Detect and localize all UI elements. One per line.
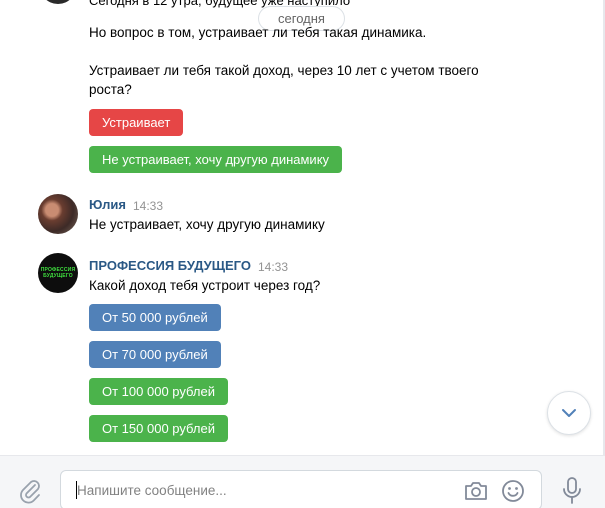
avatar[interactable]: ПРОФЕССИЯ БУДУЩЕГО: [38, 253, 78, 293]
smile-icon[interactable]: [500, 478, 526, 504]
message-author[interactable]: ПРОФЕССИЯ БУДУЩЕГО: [89, 258, 251, 273]
message-text: роста?: [89, 82, 132, 97]
keyboard-button-70000[interactable]: От 70 000 рублей: [89, 341, 221, 368]
message-text: Но вопрос в том, устраивает ли тебя така…: [89, 25, 427, 40]
message-input[interactable]: [77, 480, 457, 500]
keyboard-button-150000[interactable]: От 150 000 рублей: [89, 415, 228, 442]
avatar[interactable]: [38, 194, 78, 234]
message-text: Какой доход тебя устроит через год?: [89, 278, 321, 293]
microphone-icon[interactable]: [561, 476, 583, 506]
chat-history[interactable]: Сегодня в 12 утра, будущее уже наступило…: [0, 0, 605, 455]
message-composer: [0, 455, 605, 508]
chevron-down-icon: [562, 409, 576, 417]
message-time[interactable]: 14:33: [133, 199, 163, 213]
avatar[interactable]: [38, 0, 78, 4]
avatar-logo-text: БУДУЩЕГО: [43, 273, 73, 279]
keyboard-button-not-satisfied[interactable]: Не устраивает, хочу другую динамику: [89, 146, 343, 173]
keyboard-button-100000[interactable]: От 100 000 рублей: [89, 378, 228, 405]
keyboard-button-satisfied[interactable]: Устраивает: [89, 109, 184, 136]
message-time[interactable]: 14:33: [258, 260, 288, 274]
keyboard-button-50000[interactable]: От 50 000 рублей: [89, 304, 221, 331]
camera-icon[interactable]: [463, 479, 489, 503]
message-text: Не устраивает, хочу другую динамику: [89, 217, 325, 232]
message-author[interactable]: Юлия: [89, 197, 126, 212]
message-input-box[interactable]: [60, 470, 542, 508]
message-text: Устраивает ли тебя такой доход, через 10…: [89, 63, 479, 78]
scroll-down-button[interactable]: [547, 391, 591, 435]
paperclip-icon[interactable]: [16, 476, 44, 504]
